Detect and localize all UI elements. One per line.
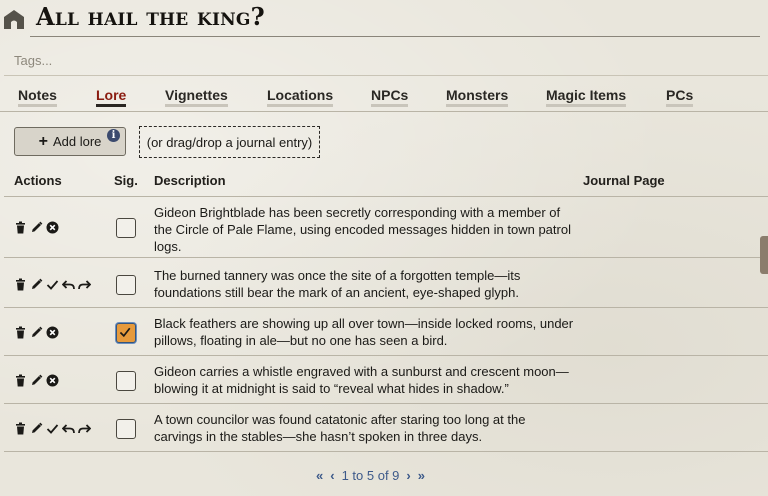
share-icon[interactable] bbox=[78, 422, 91, 435]
journal-drop-zone[interactable]: (or drag/drop a journal entry) bbox=[139, 126, 320, 158]
pencil-icon[interactable] bbox=[30, 326, 43, 339]
close-icon[interactable] bbox=[46, 221, 59, 234]
lore-description: The burned tannery was once the site of … bbox=[154, 268, 521, 300]
journal-page-cell[interactable] bbox=[583, 315, 753, 332]
lore-description: Black feathers are showing up all over t… bbox=[154, 316, 574, 348]
trash-icon[interactable] bbox=[14, 326, 27, 339]
check-icon[interactable] bbox=[46, 422, 59, 435]
column-header-description: Description bbox=[154, 173, 226, 188]
checkmark-icon bbox=[119, 327, 131, 338]
page-title: All hail the king? bbox=[36, 2, 265, 31]
significant-checkbox[interactable] bbox=[116, 371, 136, 391]
pencil-icon[interactable] bbox=[30, 422, 43, 435]
column-header-actions: Actions bbox=[14, 173, 62, 188]
tab-notes[interactable]: Notes bbox=[18, 87, 57, 107]
significant-checkbox[interactable] bbox=[116, 323, 136, 343]
tab-bar: Notes Lore Vignettes Locations NPCs Mons… bbox=[0, 78, 768, 112]
pencil-icon[interactable] bbox=[30, 374, 43, 387]
tab-pcs[interactable]: PCs bbox=[666, 87, 694, 107]
lore-description: Gideon carries a whistle engraved with a… bbox=[154, 364, 569, 396]
pencil-icon[interactable] bbox=[30, 278, 43, 291]
tab-monsters[interactable]: Monsters bbox=[446, 87, 509, 107]
pencil-icon[interactable] bbox=[30, 221, 43, 234]
row-actions bbox=[14, 278, 91, 291]
title-divider bbox=[30, 36, 760, 37]
row-actions bbox=[14, 326, 59, 339]
last-page-button[interactable]: » bbox=[418, 468, 425, 483]
row-actions bbox=[14, 221, 59, 234]
tab-npcs[interactable]: NPCs bbox=[371, 87, 409, 107]
significant-checkbox[interactable] bbox=[116, 275, 136, 295]
next-page-button[interactable]: › bbox=[406, 468, 410, 483]
table-row: A town councilor was found catatonic aft… bbox=[4, 405, 768, 452]
prev-page-button[interactable]: ‹ bbox=[330, 468, 334, 483]
row-actions bbox=[14, 374, 59, 387]
journal-page-cell[interactable] bbox=[583, 267, 753, 284]
share-icon[interactable] bbox=[78, 278, 91, 291]
undo-icon[interactable] bbox=[62, 278, 75, 291]
table-row: Gideon carries a whistle engraved with a… bbox=[4, 357, 768, 404]
pagination: « ‹ 1 to 5 of 9 › » bbox=[316, 466, 425, 484]
tab-locations[interactable]: Locations bbox=[267, 87, 334, 107]
undo-icon[interactable] bbox=[62, 422, 75, 435]
column-header-journal-page: Journal Page bbox=[583, 173, 665, 188]
house-icon[interactable] bbox=[3, 8, 25, 30]
significant-checkbox[interactable] bbox=[116, 419, 136, 439]
column-header-sig: Sig. bbox=[114, 173, 138, 188]
table-row: Gideon Brightblade has been secretly cor… bbox=[4, 196, 768, 258]
header: All hail the king? bbox=[0, 0, 760, 40]
table-row: The burned tannery was once the site of … bbox=[4, 261, 768, 308]
lore-description: Gideon Brightblade has been secretly cor… bbox=[154, 205, 571, 254]
significant-checkbox[interactable] bbox=[116, 218, 136, 238]
table-row: Black feathers are showing up all over t… bbox=[4, 309, 768, 356]
journal-page-cell[interactable] bbox=[583, 411, 753, 428]
trash-icon[interactable] bbox=[14, 221, 27, 234]
trash-icon[interactable] bbox=[14, 374, 27, 387]
info-icon[interactable]: i bbox=[107, 129, 120, 142]
close-icon[interactable] bbox=[46, 326, 59, 339]
journal-page-cell[interactable] bbox=[583, 363, 753, 380]
trash-icon[interactable] bbox=[14, 422, 27, 435]
plus-icon: + bbox=[38, 132, 48, 150]
tab-magic-items[interactable]: Magic Items bbox=[546, 87, 627, 107]
trash-icon[interactable] bbox=[14, 278, 27, 291]
page-range-label: 1 to 5 of 9 bbox=[341, 467, 400, 483]
first-page-button[interactable]: « bbox=[316, 468, 323, 483]
lore-description: A town councilor was found catatonic aft… bbox=[154, 412, 526, 444]
tags-input[interactable] bbox=[4, 46, 768, 76]
journal-page-cell[interactable] bbox=[583, 204, 753, 221]
tab-vignettes[interactable]: Vignettes bbox=[165, 87, 228, 107]
row-actions bbox=[14, 422, 91, 435]
close-icon[interactable] bbox=[46, 374, 59, 387]
check-icon[interactable] bbox=[46, 278, 59, 291]
tab-lore[interactable]: Lore bbox=[96, 87, 127, 107]
sidebar-toggle-handle[interactable] bbox=[760, 236, 768, 274]
add-lore-label: Add lore bbox=[52, 134, 102, 149]
drop-hint: (or drag/drop a journal entry) bbox=[146, 134, 313, 150]
